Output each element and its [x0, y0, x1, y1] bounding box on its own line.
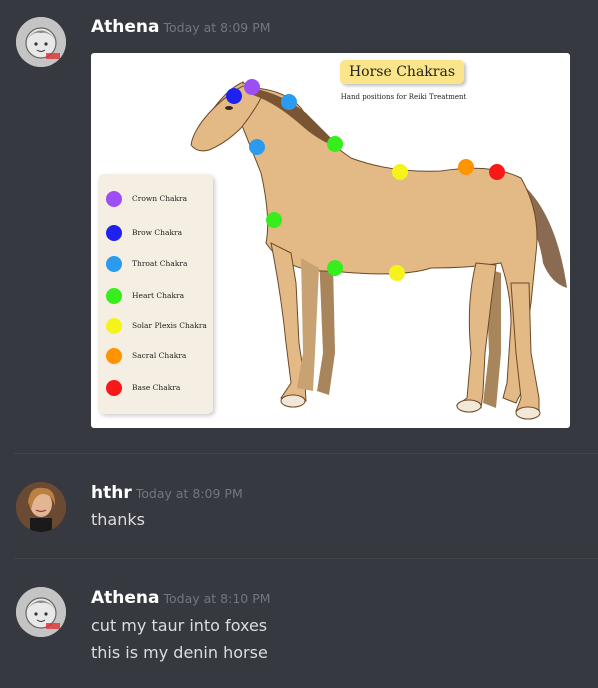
crown-chakra-marker [244, 79, 260, 95]
avatar[interactable] [16, 482, 66, 532]
diagram-title: Horse Chakras [340, 60, 464, 84]
heart-chakra-marker-3 [327, 260, 343, 276]
legend-label: Brow Chakra [132, 228, 183, 237]
solar-plexis-chakra-dot [106, 318, 122, 334]
avatar-drawing [16, 482, 66, 532]
heart-chakra-dot [106, 288, 122, 304]
throat-chakra-dot [106, 256, 122, 272]
avatar[interactable] [16, 17, 66, 67]
solar-plexis-chakra-marker-2 [389, 265, 405, 281]
avatar-drawing [16, 17, 66, 67]
timestamp: Today at 8:10 PM [163, 591, 271, 606]
throat-chakra-marker [281, 94, 297, 110]
legend-label: Base Chakra [132, 383, 181, 392]
timestamp: Today at 8:09 PM [163, 20, 271, 35]
solar-plexis-chakra-marker [392, 164, 408, 180]
sacral-chakra-dot [106, 348, 122, 364]
sacral-chakra-marker [458, 159, 474, 175]
legend-label: Sacral Chakra [132, 351, 187, 360]
author-name[interactable]: Athena [91, 17, 160, 37]
diagram-subtitle: Hand positions for Reiki Treatment [340, 93, 467, 101]
author-name[interactable]: Athena [91, 588, 160, 608]
message-text: cut my taur into foxes [91, 616, 268, 635]
message-text: thanks [91, 510, 145, 529]
message-divider [14, 558, 598, 559]
crown-chakra-dot [106, 191, 122, 207]
image-attachment[interactable]: Horse Chakras Hand positions for Reiki T… [91, 53, 570, 428]
avatar-drawing [16, 587, 66, 637]
heart-chakra-marker-2 [266, 212, 282, 228]
message-header: Athena Today at 8:09 PM [91, 17, 271, 37]
throat-chakra-marker-2 [249, 139, 265, 155]
avatar[interactable] [16, 587, 66, 637]
brow-chakra-marker [226, 88, 242, 104]
legend-label: Crown Chakra [132, 194, 188, 203]
base-chakra-dot [106, 380, 122, 396]
message-header: Athena Today at 8:10 PM [91, 588, 271, 608]
legend-label: Throat Chakra [132, 259, 188, 268]
timestamp: Today at 8:09 PM [135, 486, 243, 501]
chakra-legend: Crown Chakra Brow Chakra Throat Chakra H… [98, 174, 213, 414]
brow-chakra-dot [106, 225, 122, 241]
legend-label: Solar Plexis Chakra [132, 321, 207, 330]
message-divider [14, 453, 598, 454]
legend-label: Heart Chakra [132, 291, 185, 300]
message-header: hthr Today at 8:09 PM [91, 483, 243, 503]
message-text: this is my denin horse [91, 643, 268, 662]
heart-chakra-marker [327, 136, 343, 152]
base-chakra-marker [489, 164, 505, 180]
author-name[interactable]: hthr [91, 483, 132, 503]
